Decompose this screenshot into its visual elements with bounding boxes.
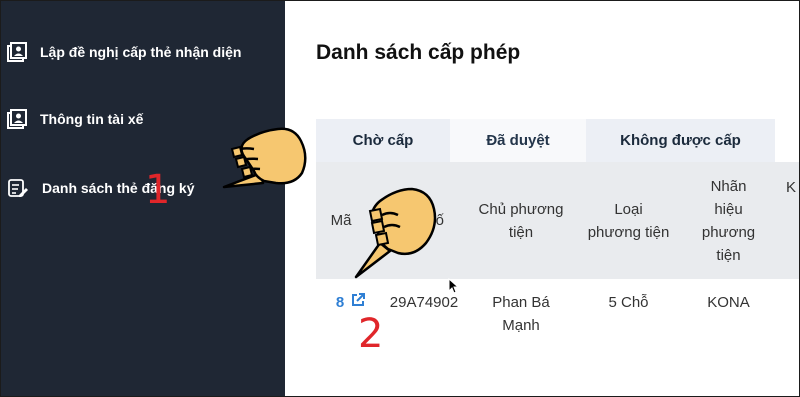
- tab-rejected[interactable]: Không được cấp: [586, 119, 775, 162]
- cell-brand: KONA: [707, 294, 750, 311]
- list-edit-icon: [6, 177, 28, 199]
- sidebar-item-label: Lập đề nghị cấp thẻ nhận diện: [40, 44, 242, 60]
- cell-owner: Phan Bá Mạnh: [492, 294, 550, 334]
- sidebar-item-label: Danh sách thẻ đăng ký: [42, 180, 195, 196]
- step-number-2: 2: [358, 311, 384, 357]
- contact-card-icon: [6, 41, 28, 63]
- record-link[interactable]: 8: [336, 294, 344, 311]
- column-header-owner: Chủ phương tiện: [478, 200, 564, 241]
- cell-plate: 29A74902: [389, 294, 459, 311]
- driver-profile-icon: [6, 108, 28, 130]
- app-window: Lập đề nghị cấp thẻ nhận diện Thông tin …: [0, 0, 800, 397]
- mouse-cursor-icon: [448, 278, 460, 294]
- sidebar-item-label: Thông tin tài xế: [40, 111, 144, 127]
- sidebar-item-request-card[interactable]: Lập đề nghị cấp thẻ nhận diện: [1, 32, 285, 72]
- tab-pending[interactable]: Chờ cấp: [316, 119, 450, 162]
- column-header-k: K: [785, 179, 796, 196]
- cell-vehicle-type: 5 Chỗ: [608, 294, 649, 311]
- pointing-hand-icon: [354, 187, 437, 279]
- pointing-hand-icon: [222, 127, 307, 189]
- step-number-1: 1: [145, 167, 171, 213]
- page-title: Danh sách cấp phép: [316, 41, 521, 64]
- table-row[interactable]: 8 29A74902 Phan Bá Mạnh 5 Chỗ KONA: [316, 279, 799, 359]
- column-header-brand: Nhãn hiệu phương tiện: [701, 177, 756, 264]
- tab-approved[interactable]: Đã duyệt: [450, 119, 586, 162]
- column-header-vehicle-type: Loại phương tiện: [587, 200, 670, 241]
